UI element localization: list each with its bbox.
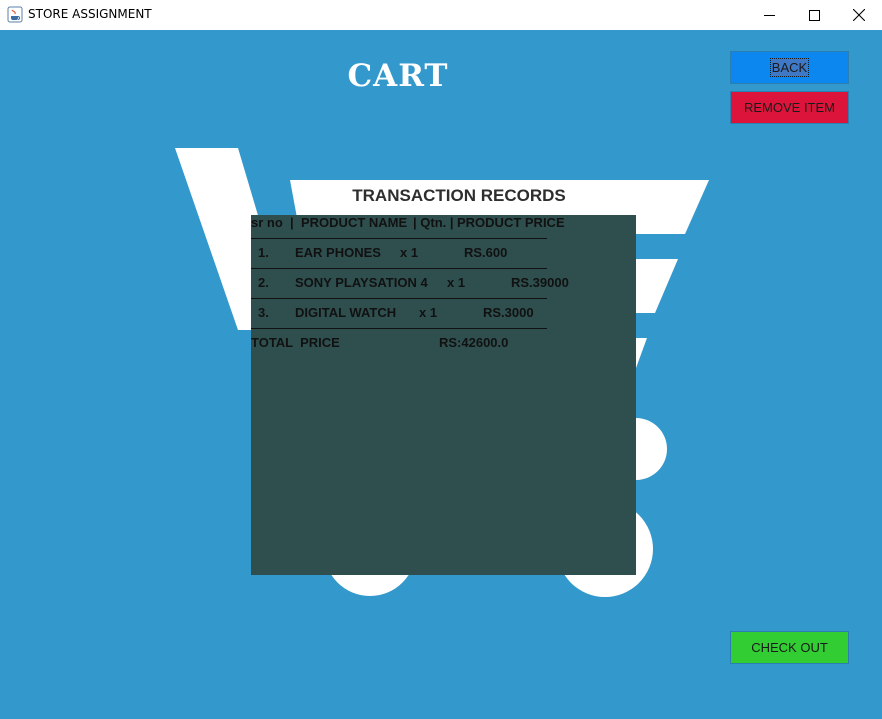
- row-qty: x 1: [400, 245, 419, 260]
- window-title: STORE ASSIGNMENT: [28, 7, 152, 21]
- total-label: TOTAL PRICE: [251, 335, 340, 350]
- header-qty: | Qtn. |: [413, 215, 454, 230]
- minimize-button[interactable]: [746, 0, 792, 30]
- row-qty: x 1: [447, 275, 466, 290]
- row-name: EAR PHONES: [295, 245, 381, 260]
- total-value: RS:42600.0: [439, 335, 509, 350]
- header-price: PRODUCT PRICE: [457, 215, 565, 230]
- separator: [251, 328, 547, 329]
- maximize-button[interactable]: [791, 0, 837, 30]
- header-product-name: PRODUCT NAME: [301, 215, 408, 230]
- row-sr: 2.: [258, 275, 269, 290]
- row-sr: 1.: [258, 245, 269, 260]
- cart-panel: CART BACK REMOVE ITEM CHECK OUT TRANSACT…: [0, 30, 882, 719]
- transaction-records-area[interactable]: sr no | PRODUCT NAME | Qtn. | PRODUCT PR…: [251, 215, 636, 575]
- header-sr: sr no |: [251, 215, 294, 230]
- window-title-bar: STORE ASSIGNMENT: [0, 0, 882, 30]
- separator: [251, 268, 547, 269]
- back-button-label: BACK: [769, 58, 810, 77]
- row-qty: x 1: [419, 305, 438, 320]
- java-cup-icon: [7, 6, 23, 23]
- back-button[interactable]: BACK: [730, 51, 849, 84]
- row-name: SONY PLAYSATION 4: [295, 275, 428, 290]
- close-button[interactable]: [836, 0, 882, 30]
- row-price: RS.39000: [511, 275, 569, 290]
- row-name: DIGITAL WATCH: [295, 305, 397, 320]
- separator: [251, 238, 547, 239]
- minimize-icon: [763, 14, 775, 16]
- close-icon: [853, 9, 865, 21]
- maximize-icon: [808, 9, 820, 21]
- page-title: CART: [347, 58, 449, 94]
- checkout-button[interactable]: CHECK OUT: [730, 631, 849, 664]
- separator: [251, 298, 547, 299]
- row-price: RS.600: [464, 245, 508, 260]
- row-sr: 3.: [258, 305, 269, 320]
- row-price: RS.3000: [483, 305, 534, 320]
- remove-item-button[interactable]: REMOVE ITEM: [730, 91, 849, 124]
- records-heading: TRANSACTION RECORDS: [352, 186, 566, 205]
